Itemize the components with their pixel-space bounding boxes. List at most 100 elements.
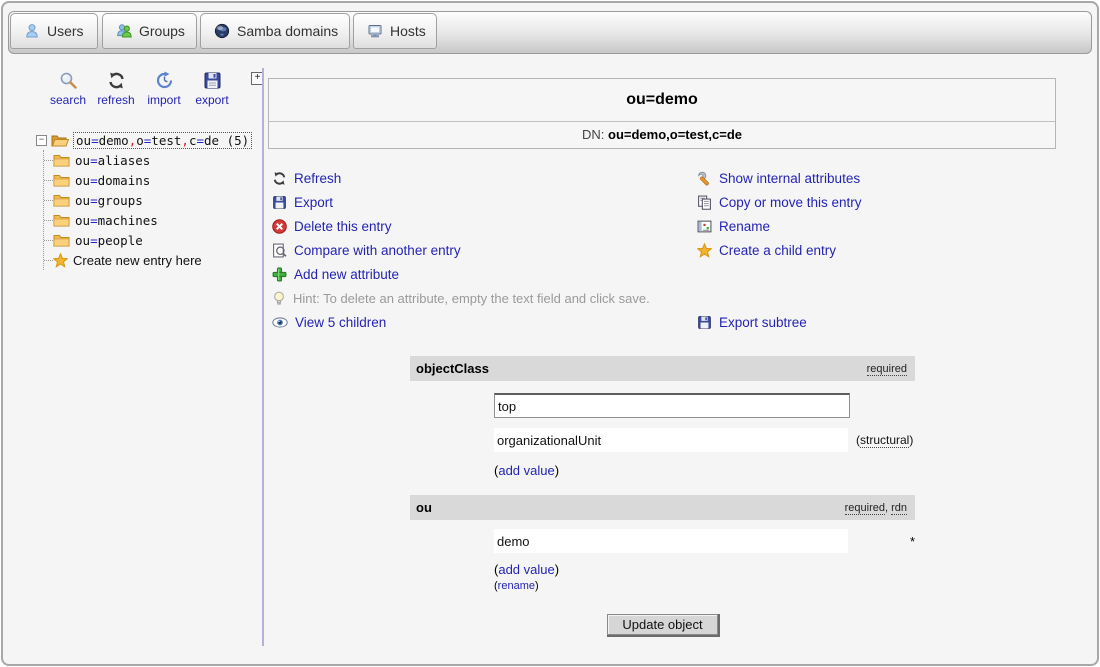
view-children-link[interactable]: View 5 children	[272, 310, 650, 334]
copy-move-entry-label: Copy or move this entry	[719, 195, 862, 210]
ou-value-input[interactable]	[494, 529, 848, 553]
create-child-entry-link[interactable]: Create a child entry	[697, 238, 862, 262]
create-entry-label: Create new entry here	[73, 253, 202, 268]
export-subtree-label: Export subtree	[719, 315, 807, 330]
group-icon	[116, 23, 132, 39]
delete-entry-label: Delete this entry	[294, 219, 392, 234]
compare-entry-link[interactable]: Compare with another entry	[272, 238, 650, 262]
form-button-row: Update object	[410, 614, 915, 635]
add-attribute-link[interactable]: Add new attribute	[272, 262, 650, 286]
host-icon	[367, 23, 383, 39]
globe-icon	[214, 23, 230, 39]
tree-item-label: ou=people	[75, 233, 143, 248]
tree-item-people[interactable]: ou=people	[44, 230, 252, 250]
hint-row: Hint: To delete an attribute, empty the …	[272, 286, 650, 310]
phpldapadmin-window: Users Groups Samba domains Hosts	[0, 0, 1100, 667]
show-internal-attributes-label: Show internal attributes	[719, 171, 860, 186]
tree-children: ou=aliases ou=domains ou=groups	[43, 150, 252, 270]
ldap-tree: − ou=demo,o=test,c=de (5) ou=aliases	[36, 130, 252, 270]
tab-groups-label: Groups	[139, 23, 185, 39]
search-icon	[59, 71, 78, 90]
tab-users[interactable]: Users	[10, 13, 98, 49]
export-label: export	[195, 93, 228, 107]
entry-title: ou=demo	[269, 79, 1055, 121]
tab-samba-domains[interactable]: Samba domains	[200, 13, 350, 49]
ou-add-value-link[interactable]: (add value)	[494, 562, 915, 577]
tab-samba-domains-label: Samba domains	[237, 23, 338, 39]
sidebar-toolbar: search refresh import	[44, 71, 236, 107]
ou-value-row: *	[494, 529, 915, 553]
export-link-label: Export	[294, 195, 333, 210]
search-label: search	[50, 93, 86, 107]
export-subtree-link[interactable]: Export subtree	[697, 310, 862, 334]
wrench-icon	[697, 171, 712, 186]
objectclass-add-value-link[interactable]: (add value)	[494, 463, 915, 478]
attribute-flags: required, rdn	[845, 502, 907, 514]
objectclass-value-input-1[interactable]	[494, 393, 850, 418]
copy-icon	[697, 195, 712, 210]
tab-users-label: Users	[47, 23, 84, 39]
show-internal-attributes-link[interactable]: Show internal attributes	[697, 166, 862, 190]
tree-item-domains[interactable]: ou=domains	[44, 170, 252, 190]
tree-root-entry[interactable]: ou=demo,o=test,c=de (5)	[73, 132, 252, 149]
add-icon	[272, 267, 287, 282]
view-children-label: View 5 children	[295, 315, 386, 330]
refresh-icon	[107, 71, 126, 90]
folder-icon	[53, 214, 70, 227]
tab-groups[interactable]: Groups	[102, 13, 197, 49]
tree-item-label: ou=aliases	[75, 153, 150, 168]
open-folder-icon	[51, 133, 69, 147]
user-icon	[24, 23, 40, 39]
refresh-link[interactable]: Refresh	[272, 166, 650, 190]
import-button[interactable]: import	[140, 71, 188, 107]
search-button[interactable]: search	[44, 71, 92, 107]
objectclass-value-row-2: (structural)	[494, 428, 915, 452]
import-label: import	[147, 93, 180, 107]
refresh-link-label: Refresh	[294, 171, 341, 186]
attribute-flags: required	[867, 363, 907, 375]
tree-item-label: ou=machines	[75, 213, 158, 228]
floppy-icon	[697, 315, 712, 330]
compare-entry-label: Compare with another entry	[294, 243, 461, 258]
tree-create-entry[interactable]: Create new entry here	[44, 250, 252, 270]
entry-header: ou=demo DN: ou=demo,o=test,c=de	[268, 78, 1056, 149]
compare-icon	[272, 243, 287, 258]
folder-icon	[53, 174, 70, 187]
tab-hosts[interactable]: Hosts	[353, 13, 437, 49]
pane-divider	[262, 68, 264, 646]
rdn-marker: *	[910, 534, 915, 549]
objectclass-value-input-2[interactable]	[494, 428, 848, 452]
refresh-button[interactable]: refresh	[92, 71, 140, 107]
objectclass-value-row-1	[494, 393, 915, 418]
ou-rename-link[interactable]: (rename)	[494, 580, 915, 592]
structural-note: (structural)	[856, 433, 913, 447]
export-button[interactable]: export	[188, 71, 236, 107]
copy-move-entry-link[interactable]: Copy or move this entry	[697, 190, 862, 214]
rename-label: Rename	[719, 219, 770, 234]
actions-right-spacer	[697, 262, 862, 310]
import-icon	[155, 71, 174, 90]
export-icon	[203, 71, 222, 90]
collapse-icon[interactable]: −	[36, 135, 47, 146]
refresh-label: refresh	[97, 93, 134, 107]
tab-hosts-label: Hosts	[390, 23, 426, 39]
dn-value: ou=demo,o=test,c=de	[608, 127, 742, 142]
star-icon	[697, 243, 712, 258]
update-object-button[interactable]: Update object	[607, 614, 717, 635]
tree-item-aliases[interactable]: ou=aliases	[44, 150, 252, 170]
add-attribute-label: Add new attribute	[294, 267, 399, 282]
delete-entry-link[interactable]: Delete this entry	[272, 214, 650, 238]
rename-link[interactable]: Rename	[697, 214, 862, 238]
objectclass-section-header: objectClass required	[410, 356, 915, 381]
floppy-icon	[272, 195, 287, 210]
attribute-form: objectClass required (structural) (add v…	[410, 356, 915, 635]
export-link[interactable]: Export	[272, 190, 650, 214]
delete-icon	[272, 219, 287, 234]
tree-item-groups[interactable]: ou=groups	[44, 190, 252, 210]
attribute-name: objectClass	[416, 361, 489, 376]
create-child-entry-label: Create a child entry	[719, 243, 836, 258]
entry-dn-row: DN: ou=demo,o=test,c=de	[269, 121, 1055, 148]
attribute-name: ou	[416, 500, 432, 515]
tree-root-row: − ou=demo,o=test,c=de (5)	[36, 130, 252, 150]
tree-item-machines[interactable]: ou=machines	[44, 210, 252, 230]
